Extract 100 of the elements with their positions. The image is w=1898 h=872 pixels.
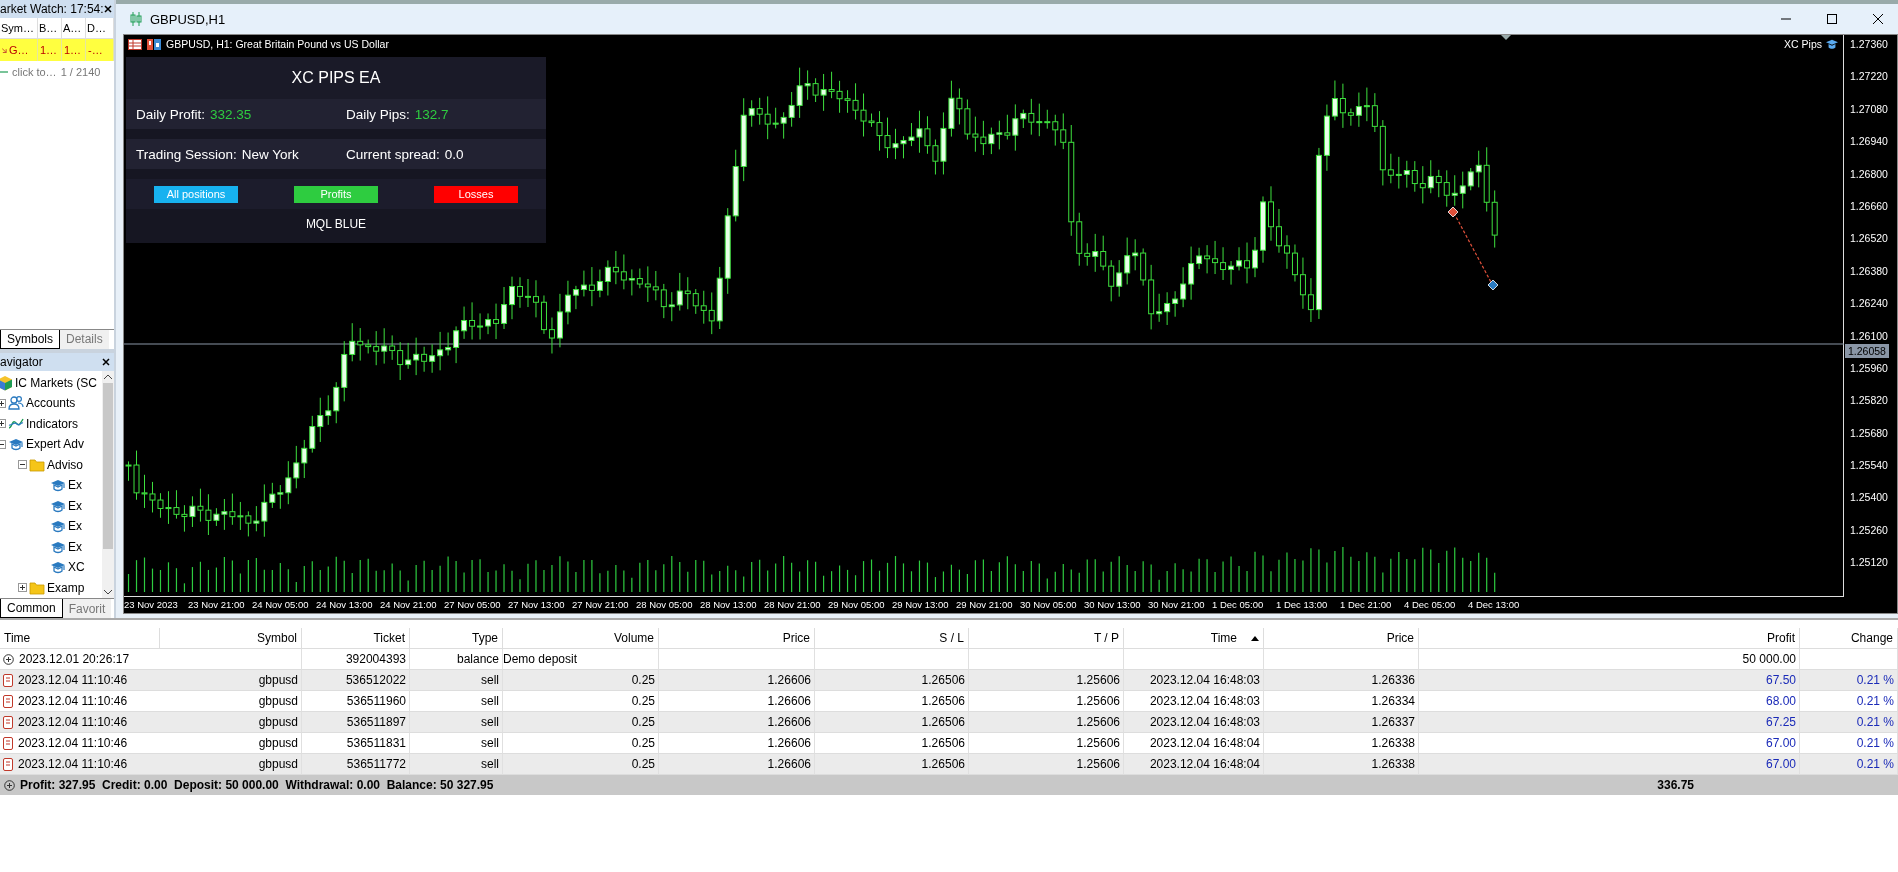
graduation-cap-icon	[8, 436, 24, 453]
price-tick: 1.27360	[1849, 37, 1889, 52]
column-header[interactable]: Price	[659, 628, 815, 649]
close-icon[interactable]	[102, 357, 110, 366]
tree-item[interactable]: Indicators	[26, 416, 79, 431]
trading-icon[interactable]	[147, 38, 161, 50]
column-header[interactable]: S / L	[815, 628, 969, 649]
table-cell: 1.26506	[921, 736, 965, 750]
table-cell: 2023.12.04 11:10:46	[18, 673, 128, 687]
table-cell: 1.25606	[1076, 673, 1120, 687]
collapse-icon[interactable]	[0, 439, 6, 449]
table-cell: 2023.12.04 16:48:04	[1149, 757, 1260, 771]
expand-icon[interactable]	[4, 779, 15, 791]
panel-tab[interactable]: Details	[60, 329, 109, 349]
tree-item[interactable]: Accounts	[26, 396, 76, 411]
scrollbar[interactable]	[102, 370, 114, 598]
maximize-icon[interactable]	[1826, 13, 1838, 25]
panel-tab[interactable]: Common	[0, 599, 63, 618]
column-header[interactable]: Ticket	[302, 628, 410, 649]
panel-tab[interactable]: Favorit	[62, 599, 112, 618]
column-header[interactable]: Volume	[503, 628, 659, 649]
column-header[interactable]: Type	[410, 628, 503, 649]
close-icon[interactable]	[103, 5, 112, 13]
panel-footer: MQL BLUE	[126, 209, 546, 243]
table-cell: 1.26606	[767, 736, 811, 750]
column-header[interactable]: Time	[0, 628, 160, 649]
expand-icon[interactable]	[18, 583, 27, 593]
table-cell: 1.25606	[1076, 715, 1120, 729]
graduation-cap-icon[interactable]	[1825, 38, 1839, 50]
stat-label: Daily Profit:	[136, 106, 206, 122]
table-cell: sell	[481, 715, 499, 729]
table-cell: gbpusd	[258, 757, 298, 771]
price-tick: 1.26660	[1849, 198, 1889, 214]
table-cell: 0.21 %	[1856, 757, 1894, 771]
table-cell: 536511831	[346, 736, 406, 750]
scroll-down-icon[interactable]	[103, 589, 113, 595]
time-tick: 4 Dec 13:00	[1468, 599, 1521, 610]
table-cell: 1.25606	[1076, 736, 1120, 750]
close-icon[interactable]	[1872, 13, 1884, 25]
table-cell: sell	[481, 736, 499, 750]
add-symbol-link[interactable]: click to…	[12, 66, 57, 78]
tree-item[interactable]: Expert Adv	[26, 437, 85, 452]
tree-item[interactable]: Ex	[68, 478, 82, 493]
account-summary: Profit: 327.95 Credit: 0.00 Deposit: 50 000.00 Withdrawal: 0.00 Balance: 50 327.95	[20, 778, 494, 792]
tree-item[interactable]: Examp	[47, 580, 85, 595]
expand-icon[interactable]	[0, 398, 6, 408]
table-cell: 67.25	[1765, 715, 1796, 729]
column-header[interactable]: Price	[1264, 628, 1419, 649]
table-cell-text: 1…	[64, 43, 82, 58]
table-cell: 0.25	[631, 694, 655, 708]
price-tick: 1.26100	[1849, 328, 1889, 344]
diamond-marker-icon	[1447, 206, 1459, 218]
column-header[interactable]: Profit	[1419, 628, 1800, 649]
price-tick: 1.25540	[1849, 458, 1889, 474]
expert-name: XC Pips	[1784, 38, 1822, 50]
expand-icon[interactable]	[0, 419, 6, 429]
time-tick: 23 Nov 21:00	[188, 599, 246, 610]
table-cell: 536511897	[346, 715, 406, 729]
table-cell: 0.21 %	[1856, 694, 1894, 708]
scroll-up-icon[interactable]	[103, 373, 113, 380]
chart-area[interactable]: GBPUSD, H1: Great Britain Pound vs US Dollar XC Pips XC PIPS EA Daily Profit: 332.35 Daily Pips: 132.7 Trading Session: New York Current spread: 0.0 All positions Profits Losses MQL BLUE	[124, 35, 1844, 597]
grid-icon[interactable]	[128, 38, 142, 50]
column-header[interactable]: Time	[1124, 628, 1264, 649]
table-cell: 536511960	[346, 694, 406, 708]
tree-item[interactable]: XC	[68, 560, 85, 575]
sort-ascending-icon[interactable]	[1251, 635, 1259, 641]
stat-label: Trading Session:	[136, 146, 237, 162]
expand-icon[interactable]	[3, 653, 14, 665]
column-header[interactable]: T / P	[969, 628, 1124, 649]
time-tick: 27 Nov 21:00	[572, 599, 630, 610]
panel-tab[interactable]: Symbols	[0, 329, 60, 349]
price-tick: 1.26240	[1849, 296, 1889, 312]
stat-value: 132.7	[414, 106, 449, 122]
total-profit: 336.75	[1657, 778, 1694, 792]
time-tick: 30 Nov 21:00	[1148, 599, 1206, 610]
price-tick: 1.25120	[1849, 555, 1889, 571]
column-header[interactable]: Symbol	[160, 628, 302, 649]
tree-item[interactable]: IC Markets (SC	[15, 375, 97, 390]
table-cell: 2023.12.04 16:48:03	[1149, 673, 1260, 687]
panel-title: XC PIPS EA	[126, 57, 546, 99]
time-tick: 28 Nov 13:00	[700, 599, 758, 610]
symbol-row[interactable]: G… 1… 1… -…	[0, 39, 114, 61]
table-cell-text: 1…	[40, 43, 58, 58]
table-cell: 1.26506	[921, 673, 965, 687]
table-cell: gbpusd	[258, 673, 298, 687]
graduation-cap-icon	[50, 518, 66, 535]
tree-item[interactable]: Adviso	[47, 457, 84, 472]
tree-item[interactable]: Ex	[68, 519, 82, 534]
time-tick: 28 Nov 05:00	[636, 599, 694, 610]
tree-item[interactable]: Ex	[68, 539, 82, 554]
collapse-icon[interactable]	[18, 460, 27, 470]
price-tick: 1.25680	[1849, 425, 1889, 441]
tree-item[interactable]: Ex	[68, 498, 82, 513]
filter-button[interactable]: Losses	[434, 185, 518, 203]
column-header[interactable]: Change	[1800, 628, 1898, 649]
table-cell: 0.21 %	[1856, 673, 1894, 687]
price-tick: 1.27220	[1849, 69, 1889, 85]
table-cell: 2023.12.01 20:26:17	[19, 652, 130, 666]
price-badge: 1.26058	[1845, 344, 1889, 358]
table-cell: 1.26506	[921, 757, 965, 771]
